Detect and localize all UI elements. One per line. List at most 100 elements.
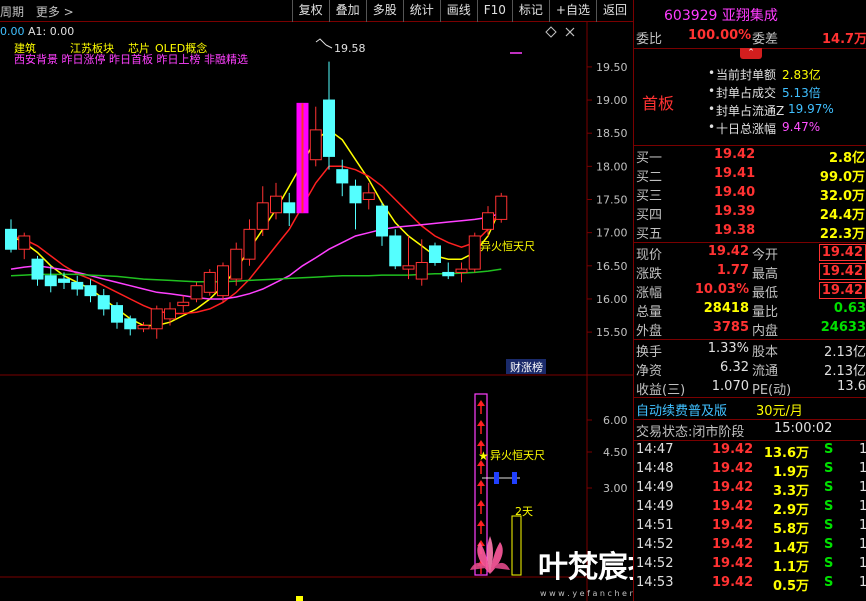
seal-label: 当前封单额 [716,68,777,82]
candle [283,192,296,227]
lower-tick-label: 4.50 [603,446,628,459]
quote-value: 24633 [820,320,866,335]
tick-volume: 5.8万 [772,522,809,537]
bid-row[interactable]: 买三 19.40 32.0万 [634,185,866,204]
mark-button[interactable]: 标记 [511,0,549,22]
restore-rights-button[interactable]: 复权 [291,0,329,22]
candle [429,242,441,266]
seal-value: 5.13倍 [782,86,821,100]
candle [150,305,163,339]
price-tick-label: 19.00 [596,94,628,107]
stock-title[interactable]: 603929 亚翔集成 [664,5,778,25]
tick-count: 1 [859,499,866,514]
tick-count: 1 [859,480,866,495]
bid-row[interactable]: 买四 19.39 24.4万 [634,204,866,223]
watermark: 叶梵宸指标公式网 w w w . y e f a n c h e n . c o… [470,536,778,598]
fund-row: 换手 1.33% 股本 2.13亿 [634,341,866,360]
add-watchlist-button[interactable]: +自选 [548,0,596,22]
lower-tick-label: 6.00 [603,414,628,427]
price-tick-label: 17.00 [596,227,628,240]
quote-value: 19.42 [818,263,866,280]
indicator-readout: A1: 0.00 [28,25,74,38]
fund-value: 2.13亿 [824,345,866,360]
chart-area[interactable]: 0.00 A1: 0.00 建筑 江苏板块 芯片 OLED概念 西安背景 昨日涨… [0,22,778,601]
seal-row: • 封单占成交 5.13倍 [634,84,866,103]
tick-volume: 1.1万 [772,560,809,575]
tick-time: 14:48 [636,461,674,476]
seal-row: • 当前封单额 2.83亿 [634,66,866,85]
quote-value: 0.63 [833,301,866,316]
overlay-button[interactable]: 叠加 [328,0,366,22]
f10-button[interactable]: F10 [476,0,512,22]
tick-volume: 13.6万 [763,446,809,461]
close-icon[interactable] [565,27,575,37]
bid-volume: 32.0万 [819,189,865,204]
candle [243,219,256,266]
fund-label: 收益(三) [636,383,686,398]
stock-header: 603929 亚翔集成 [633,0,866,28]
candle [309,106,322,167]
weicha-label: 委差 [752,32,779,47]
chart-toolbar: 周期 更多 > 复权 叠加 多股 统计 画线 F10 标记 +自选 返回 [0,0,633,22]
tick-side: S [824,461,834,476]
tick-side: S [824,518,834,533]
candle [124,315,137,336]
tick-row: 14:52 19.42 1.4万 S 1 [634,537,866,556]
tick-side: S [824,556,834,571]
seal-row: • 十日总涨幅 9.47% [634,120,866,139]
collapse-icon[interactable]: ⌃ [740,48,762,59]
period-menu[interactable]: 周期 [0,5,24,19]
lower-signal-label: 异火恒天尺 [490,449,545,462]
stock-name: 亚翔集成 [721,8,778,24]
tick-row: 14:49 19.42 3.3万 S 1 [634,480,866,499]
tick-count: 1 [859,556,866,571]
bid-row[interactable]: 买一 19.42 2.8亿 [634,147,866,166]
tick-volume: 1.9万 [772,465,809,480]
candles [5,61,508,339]
report-badge[interactable]: 财涨榜 [510,360,543,374]
watermark-url: w w w . y e f a n c h e n . c o m 指 标 公 … [540,588,633,598]
fund-label: PE(动) [752,383,792,398]
moving-averages [10,128,502,327]
candle [442,262,455,280]
candle [31,255,44,286]
tick-price: 19.42 [712,480,754,495]
quote-label: 量比 [752,305,779,320]
candle [296,102,309,214]
diamond-icon[interactable] [545,26,557,38]
kline-chart[interactable]: 0.00 A1: 0.00 建筑 江苏板块 芯片 OLED概念 西安背景 昨日涨… [0,22,778,601]
bullet-icon: • [708,66,716,80]
multi-stock-button[interactable]: 多股 [365,0,403,22]
candle [111,302,123,329]
weibi-label: 委比 [636,32,663,47]
tick-row: 14:47 19.42 13.6万 S 1 [634,442,866,461]
bid-row[interactable]: 买二 19.41 99.0万 [634,166,866,185]
quote-label: 涨幅 [636,286,663,301]
draw-line-button[interactable]: 画线 [439,0,477,22]
tick-time: 14:49 [636,499,674,514]
bullet-icon: • [708,102,716,116]
bid-label: 买二 [636,170,663,185]
tick-count: 1 [859,518,866,533]
up-arrow-icon [477,520,485,526]
promo-text: 自动续费普及版 [636,404,728,419]
bid-row[interactable]: 买五 19.38 22.3万 [634,223,866,242]
candle [84,279,97,303]
tick-side: S [824,442,834,457]
price-tick-label: 16.00 [596,293,628,306]
candle [389,229,402,270]
fund-label: 股本 [752,345,779,360]
bid-volume: 99.0万 [819,170,865,185]
seal-row: • 封单占流通Z 19.97% [634,102,866,121]
tick-side: S [824,480,834,495]
tick-price: 19.42 [712,518,754,533]
lower-axis: 6.00 4.50 3.00 [587,414,628,495]
more-menu[interactable]: 更多 > [36,5,74,19]
fund-value: 1.070 [711,379,749,394]
ma-line-0 [10,128,502,327]
fund-row: 净资 6.32 流通 2.13亿 [634,360,866,379]
statistics-button[interactable]: 统计 [402,0,440,22]
toolbar-left: 周期 更多 > [0,3,82,20]
promo-row[interactable]: 自动续费普及版 30元/月 [634,400,866,419]
back-button[interactable]: 返回 [595,0,633,22]
